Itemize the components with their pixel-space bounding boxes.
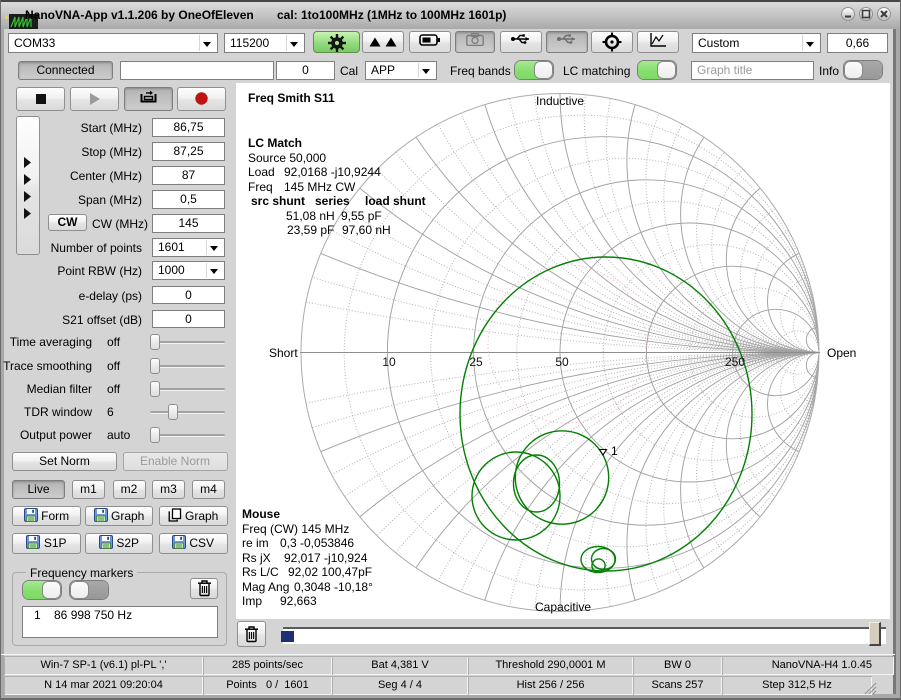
svg-text:25: 25 [469,355,483,369]
svg-text:1: 1 [611,444,618,458]
svg-text:50: 50 [555,355,569,369]
svg-text:10: 10 [382,355,396,369]
svg-text:250: 250 [725,355,745,369]
